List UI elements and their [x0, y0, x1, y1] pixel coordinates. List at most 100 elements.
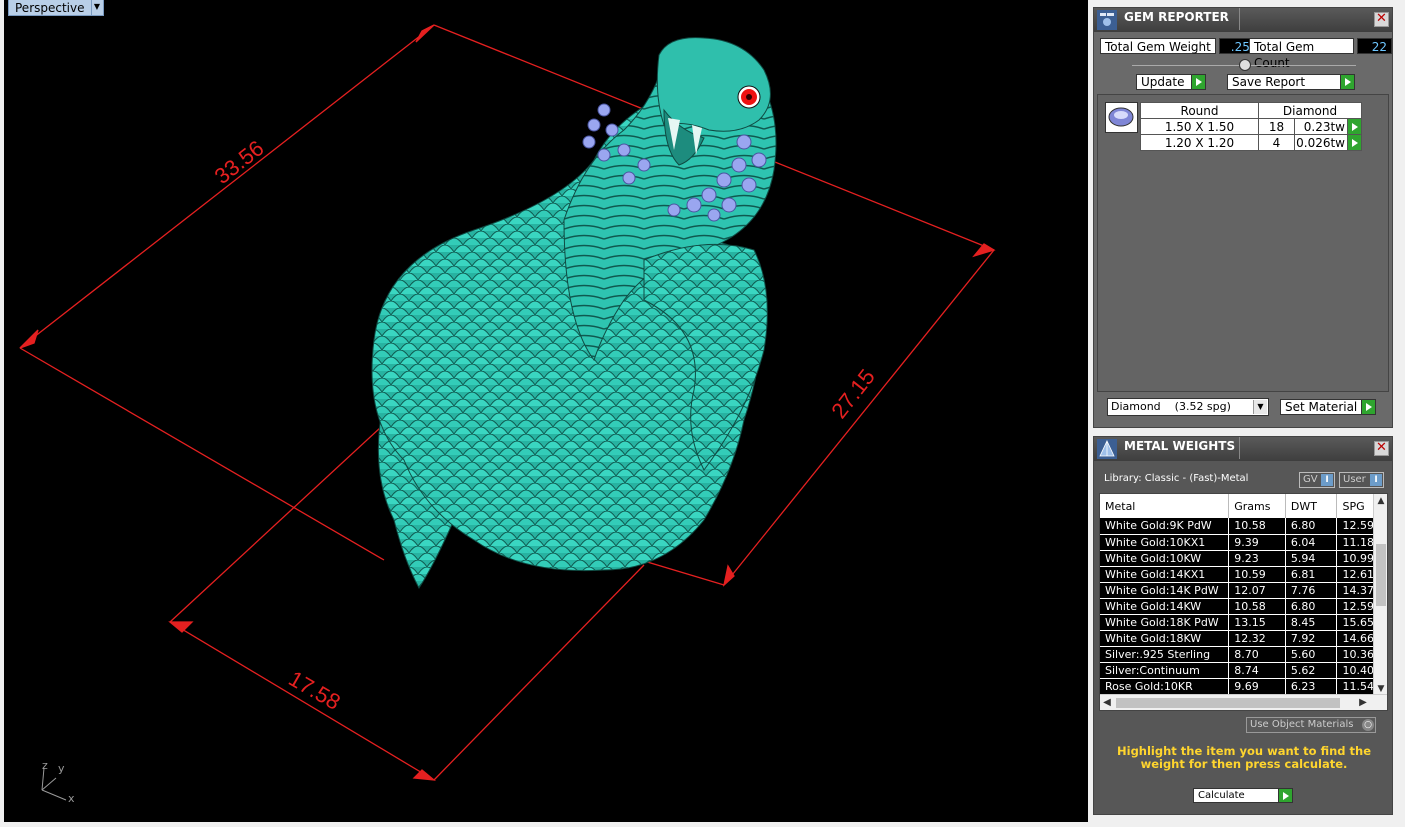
gem-row-play-icon[interactable]: [1347, 118, 1362, 135]
metal-dwt: 6.80: [1285, 518, 1338, 535]
chevron-down-icon[interactable]: ▼: [1253, 400, 1267, 414]
app-window: 33.56 27.15 17.58 z y x Perspective ▼ GE…: [0, 0, 1405, 827]
gem-reporter-logo-icon: [1097, 10, 1117, 30]
save-report-label: Save Report: [1232, 75, 1306, 89]
gem-row[interactable]: 1.50 X 1.50 18 0.23tw: [1140, 118, 1362, 135]
metal-row[interactable]: White Gold:10KX1 9.39 6.04 11.18: [1100, 534, 1375, 551]
viewport-scene[interactable]: 33.56 27.15 17.58 z y x: [4, 0, 1088, 822]
gem-slider-handle[interactable]: [1239, 59, 1251, 71]
info-icon: I: [1321, 474, 1333, 486]
metal-grams: 9.39: [1228, 534, 1286, 551]
gem-count: 18: [1258, 118, 1295, 135]
library-label: Library: Classic - (Fast)-Metal: [1104, 473, 1249, 484]
metal-row[interactable]: White Gold:14KW 10.58 6.80 12.59: [1100, 598, 1375, 615]
use-object-materials-button[interactable]: Use Object Materials ○: [1246, 717, 1376, 733]
use-object-materials-label: Use Object Materials: [1250, 719, 1354, 730]
metal-row[interactable]: White Gold:18KW 12.32 7.92 14.66: [1100, 630, 1375, 647]
column-header-metal[interactable]: Metal: [1100, 494, 1230, 518]
save-report-play-icon: [1340, 75, 1354, 89]
gem-reporter-panel: GEM REPORTER ✕ Total Gem Weight .25 Tota…: [1093, 7, 1393, 428]
metal-dwt: 5.62: [1285, 662, 1338, 679]
metal-spg: 12.59: [1336, 518, 1375, 535]
metal-spg: 10.36: [1336, 646, 1375, 663]
gem-header-material: Diamond: [1258, 102, 1362, 119]
gem-material-value: Diamond (3.52 spg): [1111, 400, 1231, 413]
metal-name: Silver:Continuum: [1100, 662, 1230, 679]
gv-toggle[interactable]: GV I: [1299, 472, 1335, 488]
column-header-spg[interactable]: SPG: [1336, 494, 1375, 518]
viewport-title-tab[interactable]: Perspective ▼: [8, 0, 104, 16]
gem-list-area[interactable]: Round Diamond 1.50 X 1.50 18 0.23tw 1.20…: [1097, 94, 1389, 392]
metal-dwt: 6.80: [1285, 598, 1338, 615]
serpent-ring-model[interactable]: [371, 37, 777, 589]
column-header-grams[interactable]: Grams: [1228, 494, 1286, 518]
viewport-title[interactable]: Perspective: [8, 0, 92, 16]
metal-spg: 11.54: [1336, 678, 1375, 695]
dimension-label-width: 33.56: [210, 135, 269, 189]
calculate-button[interactable]: Calculate: [1193, 788, 1293, 803]
update-button[interactable]: Update: [1136, 74, 1206, 90]
scroll-left-icon[interactable]: ◀: [1100, 695, 1114, 710]
metal-spg: 11.18: [1336, 534, 1375, 551]
total-gem-weight-label: Total Gem Weight: [1100, 38, 1216, 54]
metal-dwt: 7.76: [1285, 582, 1338, 599]
metal-weights-close-icon[interactable]: ✕: [1374, 441, 1389, 456]
perspective-viewport[interactable]: 33.56 27.15 17.58 z y x Perspective ▼: [4, 0, 1088, 822]
metal-name: White Gold:14K PdW: [1100, 582, 1230, 599]
gem-row-play-icon[interactable]: [1347, 134, 1362, 151]
metal-weights-titlebar[interactable]: METAL WEIGHTS ✕: [1094, 437, 1392, 461]
metal-row[interactable]: White Gold:18K PdW 13.15 8.45 15.65: [1100, 614, 1375, 631]
user-toggle[interactable]: User I: [1339, 472, 1384, 488]
metal-row[interactable]: Rose Gold:10KR 9.69 6.23 11.54: [1100, 678, 1375, 695]
gem-reporter-close-icon[interactable]: ✕: [1374, 12, 1389, 27]
gem-row[interactable]: 1.20 X 1.20 4 0.026tw: [1140, 134, 1362, 151]
metal-grams: 10.58: [1228, 518, 1286, 535]
metal-row[interactable]: White Gold:14K PdW 12.07 7.76 14.37: [1100, 582, 1375, 599]
metal-dwt: 6.04: [1285, 534, 1338, 551]
metal-name: White Gold:18K PdW: [1100, 614, 1230, 631]
metal-spg: 12.59: [1336, 598, 1375, 615]
scroll-up-icon[interactable]: ▲: [1374, 494, 1387, 508]
metal-grams: 9.69: [1228, 678, 1286, 695]
metal-grams: 12.32: [1228, 630, 1286, 647]
metal-spg: 14.37: [1336, 582, 1375, 599]
metal-dwt: 7.92: [1285, 630, 1338, 647]
gem-material-select[interactable]: Diamond (3.52 spg) ▼: [1107, 398, 1269, 416]
gem-size: 1.20 X 1.20: [1140, 134, 1259, 151]
save-report-button[interactable]: Save Report: [1227, 74, 1355, 90]
metal-row[interactable]: Silver:.925 Sterling 8.70 5.60 10.36: [1100, 646, 1375, 663]
calculate-hint: Highlight the item you want to find the …: [1117, 744, 1371, 771]
total-gem-count-label: Total Gem Count: [1249, 38, 1355, 70]
viewport-menu-chevron-icon[interactable]: ▼: [91, 0, 104, 16]
metal-name: White Gold:14KW: [1100, 598, 1230, 615]
set-material-label: Set Material: [1285, 400, 1358, 414]
metal-weights-grid: Metal Grams DWT SPG White Gold:9K PdW 10.…: [1100, 494, 1375, 695]
metal-weights-panel: METAL WEIGHTS ✕ Library: Classic - (Fast…: [1093, 436, 1393, 815]
round-diamond-thumbnail[interactable]: [1105, 102, 1138, 133]
calculate-label: Calculate: [1198, 790, 1245, 801]
metal-row[interactable]: White Gold:14KX1 10.59 6.81 12.61: [1100, 566, 1375, 583]
metal-table[interactable]: Metal Grams DWT SPG White Gold:9K PdW 10.…: [1099, 493, 1388, 711]
metal-table-vertical-scrollbar[interactable]: ▲ ▼: [1373, 494, 1387, 696]
radio-icon: ○: [1362, 719, 1374, 731]
update-play-icon: [1191, 75, 1205, 89]
metal-name: Rose Gold:10KR: [1100, 678, 1230, 695]
set-material-button[interactable]: Set Material: [1280, 399, 1376, 415]
scroll-right-icon[interactable]: ▶: [1356, 695, 1370, 710]
gem-reporter-titlebar[interactable]: GEM REPORTER ✕: [1094, 8, 1392, 32]
column-header-dwt[interactable]: DWT: [1285, 494, 1338, 518]
metal-row[interactable]: White Gold:9K PdW 10.58 6.80 12.59: [1100, 518, 1375, 535]
scroll-thumb[interactable]: [1116, 698, 1340, 708]
metal-row[interactable]: Silver:Continuum 8.74 5.62 10.40: [1100, 662, 1375, 679]
dimension-label-height: 17.58: [285, 666, 345, 715]
metal-grams: 12.07: [1228, 582, 1286, 599]
metal-name: White Gold:10KW: [1100, 550, 1230, 567]
metal-grams: 10.58: [1228, 598, 1286, 615]
scroll-thumb[interactable]: [1376, 544, 1386, 606]
metal-name: White Gold:9K PdW: [1100, 518, 1230, 535]
dimension-label-depth: 27.15: [826, 364, 880, 423]
metal-row[interactable]: White Gold:10KW 9.23 5.94 10.99: [1100, 550, 1375, 567]
total-gem-count-value: 22: [1357, 38, 1392, 54]
metal-table-horizontal-scrollbar[interactable]: ◀ ▶: [1100, 694, 1387, 710]
metal-dwt: 5.94: [1285, 550, 1338, 567]
